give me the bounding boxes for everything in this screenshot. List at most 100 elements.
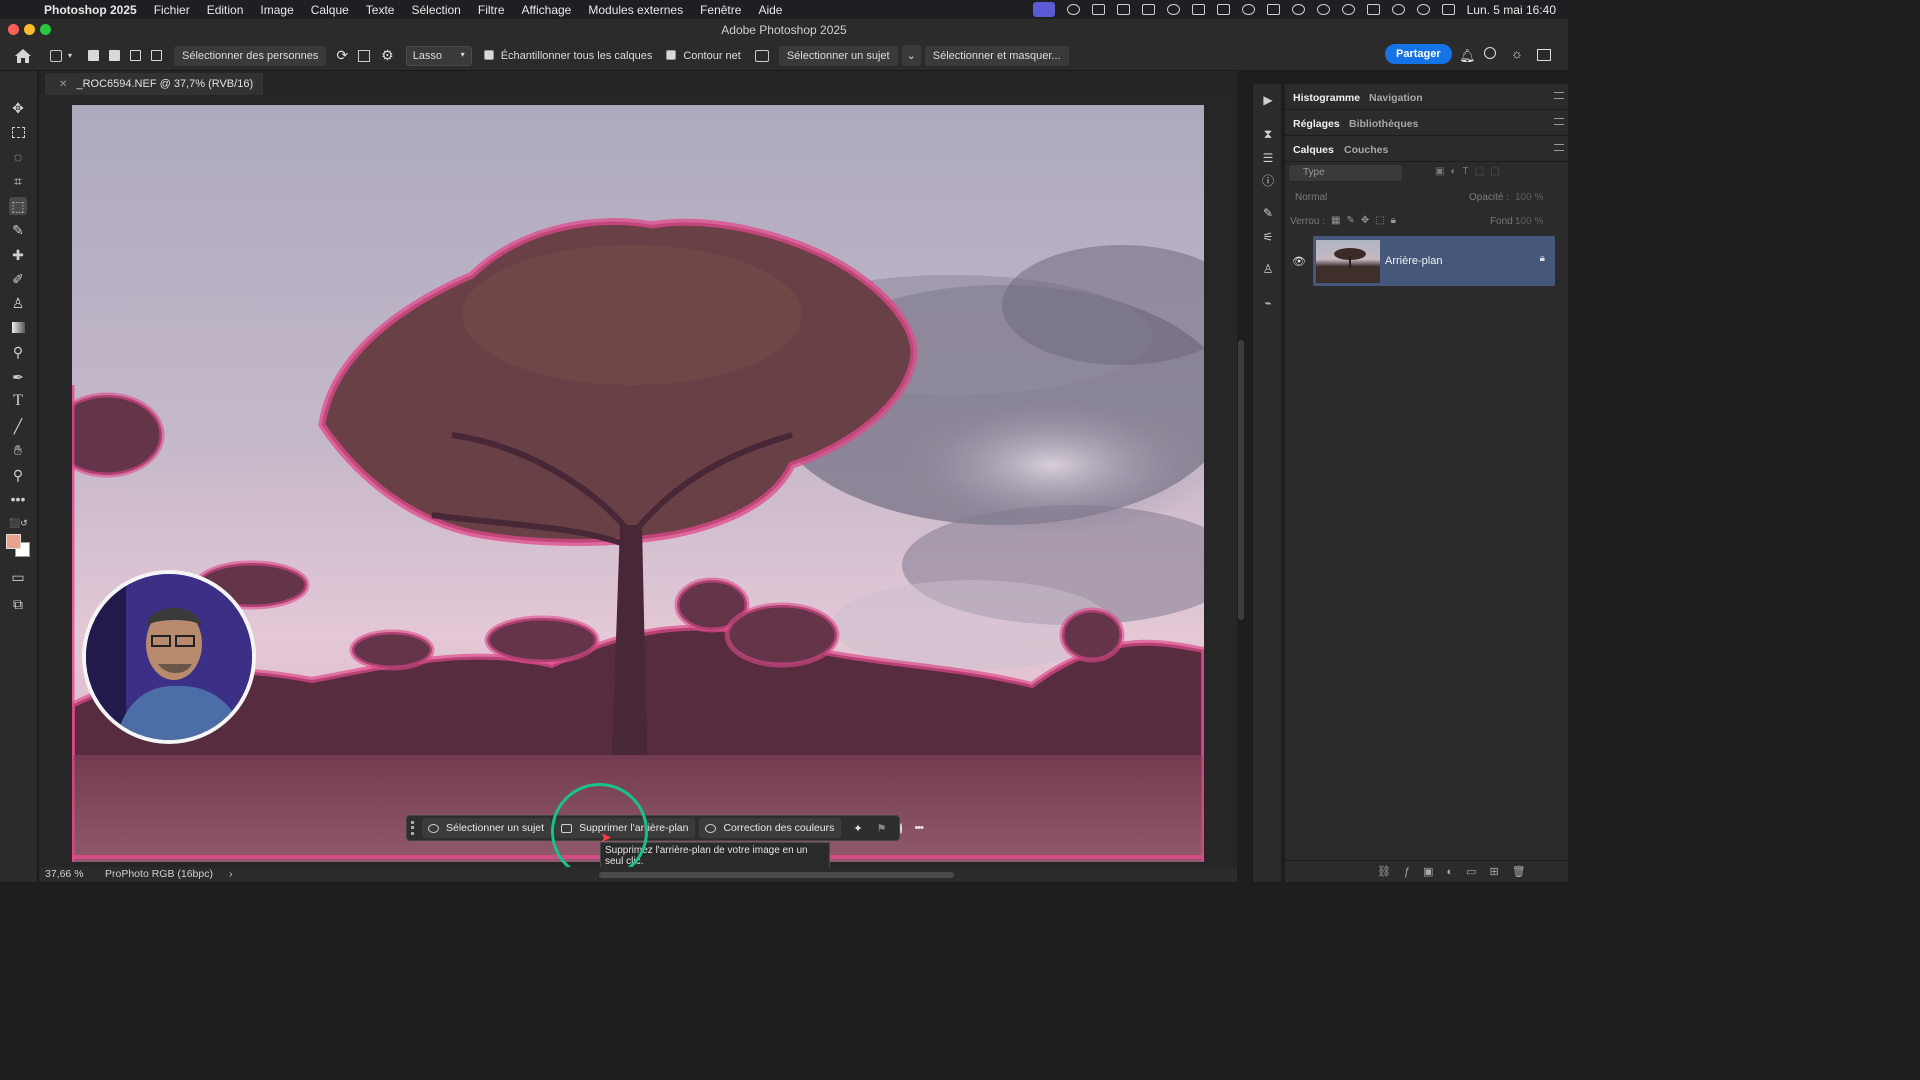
paths-icon[interactable]: ⌁ <box>1260 295 1276 311</box>
zoom-level[interactable]: 37,66 % <box>45 867 84 882</box>
opacity-value[interactable]: 100 % <box>1515 192 1543 203</box>
intersect-selection-icon[interactable] <box>151 50 163 61</box>
visibility-eye-icon[interactable]: 👁︎ <box>1292 255 1306 268</box>
menu-filtre[interactable]: Filtre <box>478 3 505 17</box>
type-tool-icon[interactable]: T <box>9 392 27 410</box>
workspace-icon[interactable] <box>1537 49 1551 61</box>
marquee-tool-icon[interactable] <box>9 124 27 142</box>
bell-icon[interactable]: 🔔︎ <box>1459 48 1476 64</box>
notes-icon[interactable] <box>1141 4 1155 15</box>
user-icon[interactable] <box>1291 4 1305 15</box>
tab-histogram[interactable]: Histogramme <box>1293 92 1360 104</box>
select-subject-dropdown[interactable]: ⌄ <box>901 45 921 66</box>
clock[interactable]: Lun. 5 mai 16:40 <box>1467 3 1556 17</box>
battery-icon[interactable] <box>1366 4 1380 15</box>
tab-adjustments[interactable]: Réglages <box>1293 118 1340 130</box>
sharp-edge-checkbox[interactable]: Contour net <box>666 49 741 62</box>
minimize-window-button[interactable] <box>24 24 35 35</box>
object-selection-tool-icon[interactable]: ⬚ <box>9 197 27 215</box>
flag-icon[interactable]: ⚑ <box>877 822 887 835</box>
window-tile-icon[interactable] <box>1266 4 1280 15</box>
stamp-tool-icon[interactable]: ♙ <box>9 294 27 312</box>
quick-mask-icon[interactable]: ⧉ <box>9 595 27 613</box>
select-subject-button[interactable]: Sélectionner un sujet <box>778 45 898 66</box>
screen-mode-icon[interactable]: ▭ <box>9 568 27 586</box>
horizontal-scrollbar[interactable] <box>599 872 954 878</box>
menu-edition[interactable]: Edition <box>207 3 244 17</box>
new-selection-icon[interactable] <box>88 50 100 61</box>
vertical-scrollbar[interactable] <box>1238 340 1244 620</box>
fill-value[interactable]: 100 % <box>1515 216 1543 227</box>
search-icon[interactable] <box>1484 47 1496 59</box>
properties-icon[interactable]: ☰ <box>1260 150 1276 166</box>
menu-affichage[interactable]: Affichage <box>522 3 572 17</box>
menu-fenetre[interactable]: Fenêtre <box>700 3 741 17</box>
menu-modules-externes[interactable]: Modules externes <box>588 3 683 17</box>
info-icon[interactable]: ⓘ <box>1260 173 1276 189</box>
tab-libraries[interactable]: Bibliothèques <box>1349 118 1418 130</box>
menu-selection[interactable]: Sélection <box>411 3 460 17</box>
sample-all-layers-checkbox[interactable]: Échantillonner tous les calques <box>483 49 652 62</box>
screen-share-icon[interactable] <box>1032 2 1055 17</box>
move-tool-icon[interactable]: ✥ <box>9 99 27 117</box>
sparkle-icon[interactable]: ✦ <box>853 822 862 835</box>
time-machine-icon[interactable] <box>1341 4 1355 15</box>
layer-footer-icons[interactable]: ⛓ƒ▣◐▭⊞🗑︎ <box>1377 865 1539 878</box>
brush-settings-icon[interactable]: ✎ <box>1260 205 1276 221</box>
object-finder-icon[interactable] <box>358 49 371 62</box>
tool-preset-icon[interactable] <box>50 49 62 62</box>
tab-layers[interactable]: Calques <box>1293 144 1334 156</box>
device-icon[interactable] <box>754 49 769 62</box>
capture-icon[interactable] <box>1116 4 1130 15</box>
menu-aide[interactable]: Aide <box>758 3 782 17</box>
select-and-mask-button[interactable]: Sélectionner et masquer... <box>924 45 1069 66</box>
more-tools-icon[interactable]: ••• <box>9 490 27 508</box>
foreground-color-swatch[interactable] <box>6 534 21 549</box>
mode-select[interactable]: Lasso ▾ <box>405 45 472 66</box>
document-tab[interactable]: ✕ _ROC6594.NEF @ 37,7% (RVB/16) <box>45 73 264 95</box>
gear-icon[interactable]: ⚙ <box>381 47 394 64</box>
crop-tool-icon[interactable]: ⌗ <box>9 172 27 190</box>
close-tab-icon[interactable]: ✕ <box>59 79 67 90</box>
chevron-right-icon[interactable]: › <box>229 867 233 882</box>
add-selection-icon[interactable] <box>109 50 121 61</box>
ctx-color-correction-button[interactable]: Correction des couleurs <box>699 818 842 838</box>
lasso-tool-icon[interactable]: ◌ <box>9 148 27 166</box>
share-button[interactable]: Partager <box>1385 44 1452 64</box>
lock-icons[interactable]: ▦✎✥⬚🔒︎ <box>1331 215 1402 226</box>
control-center-icon[interactable] <box>1441 4 1455 15</box>
app-status-icon[interactable] <box>1166 4 1180 15</box>
subtract-selection-icon[interactable] <box>130 50 142 61</box>
pen-tool-icon[interactable]: ✒ <box>9 368 27 386</box>
home-icon[interactable] <box>14 48 32 64</box>
adjustments-icon[interactable]: ⚟ <box>1260 229 1276 245</box>
panel-menu-icon[interactable] <box>1554 92 1564 99</box>
close-window-button[interactable] <box>8 24 19 35</box>
more-options-icon[interactable]: ••• <box>914 822 924 834</box>
gradient-tool-icon[interactable] <box>9 319 27 337</box>
menu-fichier[interactable]: Fichier <box>154 3 190 17</box>
panel-menu-icon[interactable] <box>1554 144 1564 151</box>
eyedropper-tool-icon[interactable]: ✎ <box>9 221 27 239</box>
play-icon[interactable] <box>1316 4 1330 15</box>
app-menu[interactable]: Photoshop 2025 <box>44 3 137 17</box>
line-tool-icon[interactable]: ╱ <box>9 417 27 435</box>
ctx-select-subject-button[interactable]: Sélectionner un sujet <box>422 818 552 838</box>
zoom-window-button[interactable] <box>40 24 51 35</box>
premiere-icon[interactable] <box>1191 4 1205 15</box>
tab-navigation[interactable]: Navigation <box>1369 92 1423 104</box>
premiere-2-icon[interactable] <box>1216 4 1230 15</box>
cursor-app-icon[interactable] <box>1066 4 1080 15</box>
photo-canvas[interactable] <box>72 105 1204 862</box>
select-people-button[interactable]: Sélectionner des personnes <box>174 45 327 66</box>
brush-tool-icon[interactable]: ✐ <box>9 270 27 288</box>
menu-texte[interactable]: Texte <box>366 3 395 17</box>
history-icon[interactable]: ⧗ <box>1260 126 1276 142</box>
menu-calque[interactable]: Calque <box>311 3 349 17</box>
spotlight-icon[interactable] <box>1416 4 1430 15</box>
layer-filter-icons[interactable]: ▣◐T⬚⬚ <box>1435 166 1506 177</box>
lightbulb-icon[interactable]: ☼ <box>1511 46 1523 61</box>
healing-brush-tool-icon[interactable]: ✚ <box>9 246 27 264</box>
layer-row-background[interactable]: Arrière-plan 🔒︎ <box>1313 236 1555 286</box>
layer-filter-input[interactable]: Type <box>1289 165 1402 181</box>
